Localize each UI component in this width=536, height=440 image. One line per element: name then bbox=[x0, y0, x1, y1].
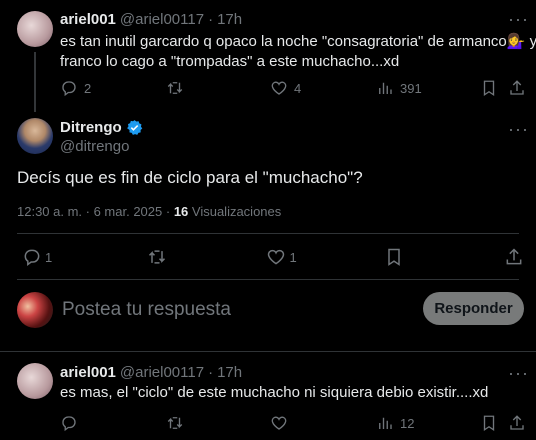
bookmark-button[interactable] bbox=[480, 79, 508, 97]
retweet-icon bbox=[167, 417, 183, 429]
avatar[interactable] bbox=[17, 118, 53, 154]
retweet-icon bbox=[167, 82, 183, 94]
heart-icon bbox=[271, 416, 287, 430]
like-button[interactable] bbox=[270, 414, 376, 432]
bookmark-button[interactable] bbox=[480, 414, 508, 432]
reply2-text: es mas, el "ciclo" de este muchacho ni s… bbox=[60, 384, 489, 401]
views-button[interactable]: 12 bbox=[376, 414, 480, 432]
heart-icon bbox=[271, 81, 287, 95]
reply-icon bbox=[24, 249, 40, 266]
like-button[interactable]: 4 bbox=[270, 79, 376, 97]
reply-submit-button[interactable]: Responder bbox=[423, 292, 524, 325]
verified-badge-icon bbox=[126, 120, 142, 135]
reply-icon bbox=[62, 416, 76, 432]
retweet-button[interactable] bbox=[166, 414, 270, 432]
author-name[interactable]: ariel001 bbox=[60, 11, 116, 28]
thread-line bbox=[34, 52, 36, 112]
retweet-button[interactable] bbox=[147, 247, 267, 267]
like-count: 4 bbox=[294, 80, 302, 96]
main-author: Ditrengo bbox=[60, 119, 143, 136]
views-button[interactable]: 391 bbox=[376, 79, 480, 97]
author-handle[interactable]: @ariel00117 bbox=[120, 364, 204, 381]
share-icon bbox=[510, 415, 524, 430]
share-icon bbox=[510, 80, 524, 95]
share-button[interactable] bbox=[508, 414, 526, 432]
more-icon[interactable]: ··· bbox=[508, 364, 529, 382]
bookmark-icon bbox=[483, 80, 495, 97]
views-label: Visualizaciones bbox=[188, 204, 282, 219]
main-actions: 1 1 bbox=[22, 247, 524, 267]
post-meta: 12:30 a. m. · 6 mar. 2025 · 16 Visualiza… bbox=[17, 204, 281, 219]
post-time[interactable]: 17h bbox=[217, 364, 242, 381]
bookmark-icon bbox=[388, 248, 400, 266]
views-icon bbox=[379, 417, 392, 429]
share-button[interactable] bbox=[508, 79, 526, 97]
author-name[interactable]: Ditrengo bbox=[60, 119, 122, 136]
avatar[interactable] bbox=[17, 363, 53, 399]
avatar[interactable] bbox=[17, 292, 53, 328]
share-button[interactable] bbox=[504, 247, 524, 267]
avatar[interactable] bbox=[17, 11, 53, 47]
reply-count: 2 bbox=[84, 80, 92, 96]
reply-icon bbox=[62, 81, 76, 97]
reply-button[interactable] bbox=[60, 414, 166, 432]
reply-button[interactable]: 1 bbox=[22, 247, 147, 267]
views-count: 391 bbox=[400, 80, 422, 96]
author-handle[interactable]: @ditrengo bbox=[60, 138, 129, 155]
divider bbox=[0, 351, 536, 352]
reply-input[interactable]: Postea tu respuesta bbox=[62, 299, 231, 321]
reply2-header: ariel001 @ariel00117 · 17h bbox=[60, 364, 242, 381]
text-line: es tan inutil garcardo q opaco la noche … bbox=[60, 33, 536, 50]
author-name[interactable]: ariel001 bbox=[60, 364, 116, 381]
bookmark-icon bbox=[483, 415, 495, 432]
retweet-icon bbox=[148, 250, 165, 264]
reply2-actions: 12 bbox=[60, 413, 530, 433]
post-time[interactable]: 17h bbox=[217, 11, 242, 28]
divider bbox=[17, 233, 519, 234]
like-count: 1 bbox=[289, 249, 297, 265]
divider bbox=[17, 279, 519, 280]
reply1-text: es tan inutil garcardo q opaco la noche … bbox=[60, 32, 536, 72]
reply1-actions: 2 4 391 bbox=[60, 78, 530, 98]
reply-button[interactable]: 2 bbox=[60, 79, 166, 97]
views-count: 12 bbox=[400, 415, 415, 431]
separator: · bbox=[208, 11, 214, 28]
more-icon[interactable]: ··· bbox=[508, 10, 529, 28]
text-line: franco lo cago a "trompadas" a este much… bbox=[60, 53, 400, 70]
post-text: Decís que es fin de ciclo para el "mucha… bbox=[17, 168, 363, 187]
bookmark-button[interactable] bbox=[384, 247, 504, 267]
post-timestamp[interactable]: 12:30 a. m. · 6 mar. 2025 · bbox=[17, 204, 174, 219]
share-icon bbox=[506, 248, 522, 265]
more-icon[interactable]: ··· bbox=[508, 120, 529, 138]
retweet-button[interactable] bbox=[166, 79, 270, 97]
heart-icon bbox=[268, 249, 285, 265]
views-icon bbox=[379, 82, 392, 94]
like-button[interactable]: 1 bbox=[266, 247, 384, 267]
views-count: 16 bbox=[173, 204, 189, 219]
separator: · bbox=[208, 364, 214, 381]
author-handle[interactable]: @ariel00117 bbox=[120, 11, 204, 28]
reply1-header: ariel001 @ariel00117 · 17h bbox=[60, 11, 242, 28]
reply-count: 1 bbox=[45, 249, 53, 265]
